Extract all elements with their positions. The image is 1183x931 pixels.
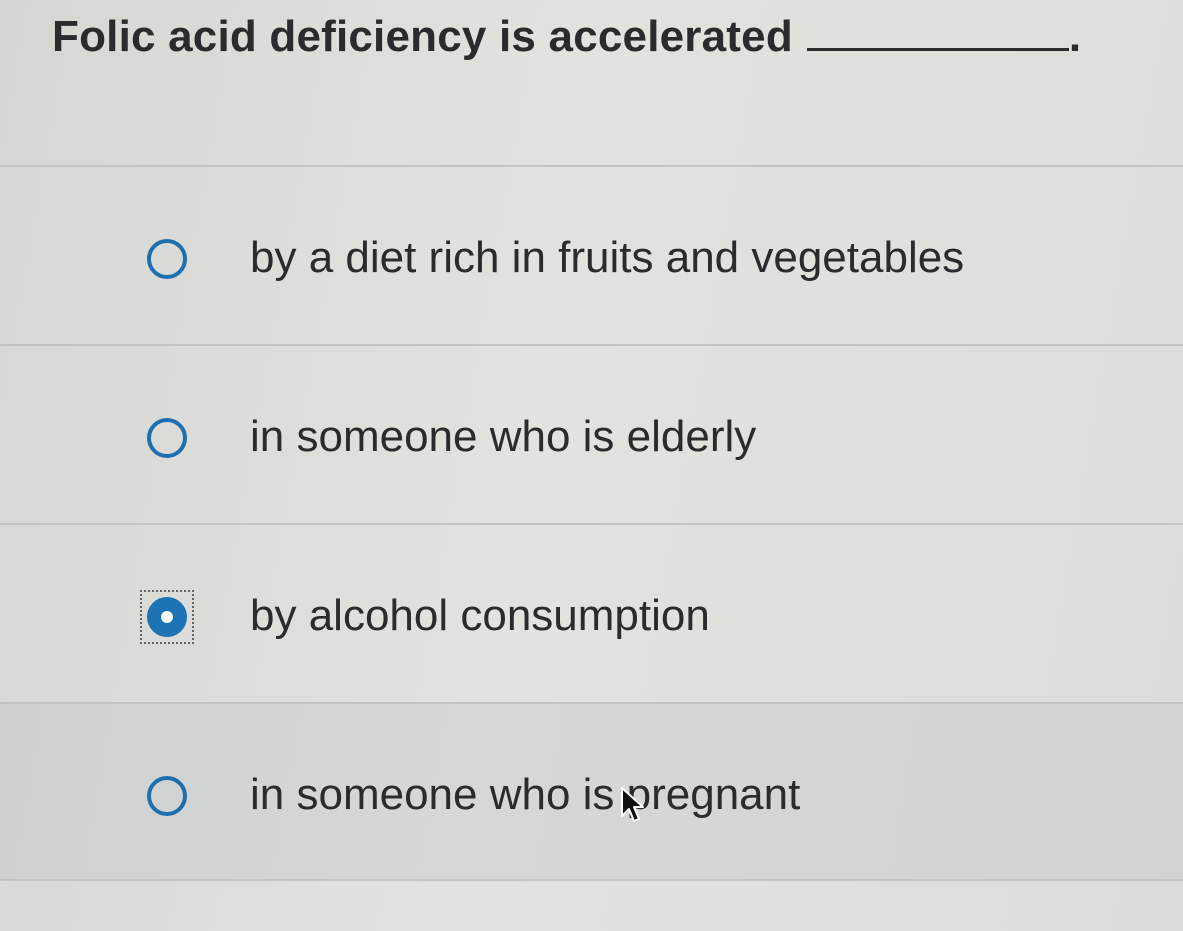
answer-blank bbox=[806, 42, 1069, 51]
radio-button-unselected[interactable] bbox=[147, 776, 187, 816]
option-alcohol-consumption[interactable]: by alcohol consumption bbox=[0, 523, 1183, 702]
question-text-line: Folic acid deficiency is accelerated. bbox=[52, 12, 1081, 62]
option-label[interactable]: by a diet rich in fruits and vegetables bbox=[250, 233, 964, 283]
question-period: . bbox=[1068, 12, 1082, 61]
question-prompt: Folic acid deficiency is accelerated. bbox=[0, 0, 1183, 165]
option-diet-fruits-vegetables[interactable]: by a diet rich in fruits and vegetables bbox=[0, 165, 1183, 344]
question-text: Folic acid deficiency is accelerated bbox=[52, 12, 793, 61]
option-label[interactable]: in someone who is elderly bbox=[250, 412, 756, 462]
option-pregnant[interactable]: in someone who is pregnant bbox=[0, 702, 1183, 881]
option-label[interactable]: by alcohol consumption bbox=[250, 591, 710, 641]
radio-button-selected[interactable] bbox=[147, 597, 187, 637]
radio-button-unselected[interactable] bbox=[147, 418, 187, 458]
mouse-cursor-icon bbox=[621, 787, 644, 822]
radio-button-unselected[interactable] bbox=[147, 239, 187, 279]
option-label[interactable]: in someone who is pregnant bbox=[250, 770, 800, 820]
answer-options-list: by a diet rich in fruits and vegetables … bbox=[0, 165, 1183, 881]
option-elderly[interactable]: in someone who is elderly bbox=[0, 344, 1183, 523]
